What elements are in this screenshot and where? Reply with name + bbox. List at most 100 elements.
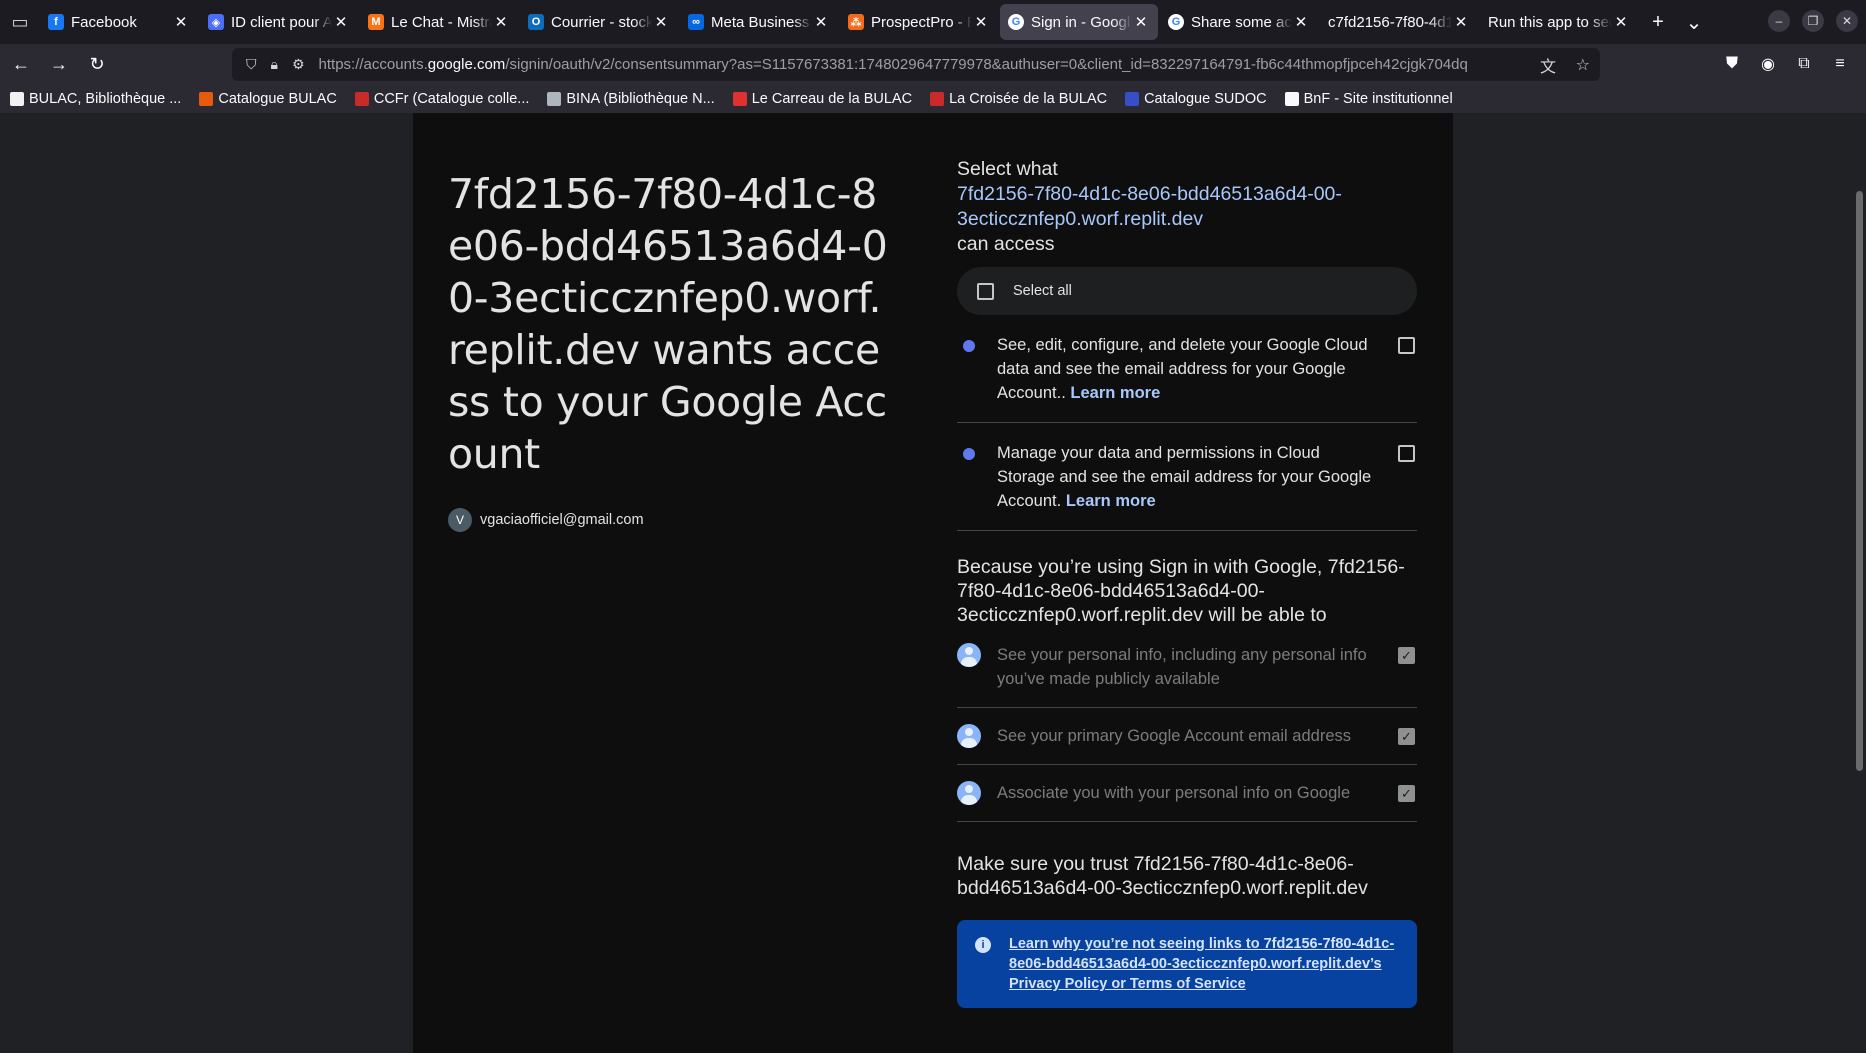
tab[interactable]: ◈ ID client pour A ✕ (200, 4, 358, 40)
tab[interactable]: O Courrier - stock ✕ (520, 4, 678, 40)
bookmark-favicon-icon (547, 92, 562, 106)
permissions-icon[interactable]: ⚙ (292, 56, 305, 73)
scrollbar-thumb[interactable] (1856, 191, 1863, 771)
new-tab-icon[interactable]: + (1640, 4, 1676, 40)
menu-icon[interactable]: ≡ (1824, 48, 1856, 80)
missing-links-learn-link[interactable]: Learn why you’re not seeing links to 7fd… (1009, 934, 1401, 994)
select-all-checkbox[interactable] (977, 282, 994, 300)
extensions-icon[interactable]: ⧉ (1788, 48, 1820, 80)
bookmark-favicon-icon (732, 92, 747, 106)
tab-title: Run this app to see (1488, 13, 1612, 31)
sign-in-with-google-heading: Because you’re using Sign in with Google… (957, 556, 1405, 626)
navigation-bar: ← → ↻ ⛉ 🔒︎ ⚙ https://accounts. google.com… (0, 44, 1866, 85)
shield-icon[interactable]: ⛉ (246, 56, 257, 73)
tab-favicon-icon: G (1008, 14, 1024, 30)
scope-checkbox[interactable] (1398, 337, 1415, 354)
tab-title: Le Chat - Mistra (391, 13, 492, 31)
url-path: /signin/oauth/v2/consentsummary?as=S1157… (505, 56, 1468, 73)
account-chip[interactable]: V vgaciaofficiel@gmail.com (448, 508, 888, 532)
pocket-icon[interactable]: ⛊ (1716, 48, 1748, 80)
checked-disabled-checkbox: ✓ (1398, 728, 1415, 745)
consent-details: Select what 7fd2156-7f80-4d1c-8e06-bdd46… (957, 157, 1417, 1008)
scope-row[interactable]: See, edit, configure, and delete your Go… (957, 315, 1417, 423)
bookmark-item[interactable]: Le Carreau de la BULAC (732, 91, 913, 107)
tab-favicon-icon: M (368, 14, 384, 30)
minimize-icon[interactable]: – (1768, 10, 1790, 32)
tab-overflow-chevron-icon[interactable]: ⌄ (1676, 4, 1712, 40)
select-all-row[interactable]: Select all (957, 267, 1417, 315)
tab[interactable]: f Facebook ✕ (40, 4, 198, 40)
scope-description: See, edit, configure, and delete your Go… (997, 333, 1379, 405)
tab-favicon-icon: ◈ (208, 14, 224, 30)
granted-permission-row: See your primary Google Account email ad… (957, 708, 1417, 765)
scope-row[interactable]: Manage your data and permissions in Clou… (957, 423, 1417, 531)
tab-close-icon[interactable]: ✕ (332, 13, 350, 31)
scope-text: See, edit, configure, and delete your Go… (997, 336, 1368, 402)
bookmark-item[interactable]: CCFr (Catalogue colle... (354, 91, 529, 107)
bookmark-favicon-icon (1125, 92, 1140, 106)
window-close-icon[interactable]: ✕ (1836, 10, 1858, 32)
scope-list: See, edit, configure, and delete your Go… (957, 315, 1417, 531)
tab-close-icon[interactable]: ✕ (812, 13, 830, 31)
tab-close-icon[interactable]: ✕ (1132, 13, 1150, 31)
tab[interactable]: ⁂ ProspectPro - R ✕ (840, 4, 998, 40)
trust-heading: Make sure you trust 7fd2156-7f80-4d1c-8e… (957, 853, 1368, 899)
scope-checkbox[interactable] (1398, 445, 1415, 462)
bookmark-favicon-icon (930, 92, 945, 106)
tab-title: Sign in - Google (1031, 13, 1132, 31)
scrollbar[interactable] (1852, 113, 1866, 1053)
tab-list-icon[interactable]: ▭ (0, 0, 40, 44)
bookmark-star-icon[interactable]: ☆ (1576, 55, 1590, 75)
tab-favicon-icon: ⁂ (848, 14, 864, 30)
tab[interactable]: G Share some acc ✕ (1160, 4, 1318, 40)
bookmark-item[interactable]: Catalogue BULAC (199, 91, 337, 107)
bookmark-label: BULAC, Bibliothèque ... (29, 91, 182, 107)
tab-close-icon[interactable]: ✕ (1452, 13, 1470, 31)
tab-close-icon[interactable]: ✕ (972, 13, 990, 31)
page-viewport: 7fd2156-7f80-4d1c-8e06-bdd46513a6d4-00-3… (0, 113, 1866, 1053)
tab[interactable]: ∞ Meta Business S✕ (680, 4, 838, 40)
granted-permission-text: Associate you with your personal info on… (997, 784, 1351, 802)
account-icon[interactable]: ◉ (1752, 48, 1784, 80)
tab-close-icon[interactable]: ✕ (1612, 13, 1630, 31)
bookmark-item[interactable]: Catalogue SUDOC (1125, 91, 1267, 107)
bookmark-item[interactable]: BULAC, Bibliothèque ... (10, 91, 181, 107)
bookmark-item[interactable]: La Croisée de la BULAC (930, 91, 1107, 107)
restore-icon[interactable]: ❐ (1802, 10, 1824, 32)
url-prefix: https://accounts. (318, 56, 428, 73)
translate-icon[interactable]: 文 (1540, 53, 1556, 77)
tab[interactable]: Run this app to see ✕ (1480, 4, 1638, 40)
tab[interactable]: G Sign in - Google ✕ (1000, 4, 1158, 40)
bookmark-label: Catalogue SUDOC (1144, 91, 1267, 107)
back-icon[interactable]: ← (4, 49, 38, 81)
tab-close-icon[interactable]: ✕ (1292, 13, 1310, 31)
lock-icon[interactable]: 🔒︎ (271, 56, 278, 73)
tab[interactable]: M Le Chat - Mistra ✕ (360, 4, 518, 40)
forward-icon[interactable]: → (42, 49, 76, 81)
tab-favicon-icon: O (528, 14, 544, 30)
scope-description: Manage your data and permissions in Clou… (997, 441, 1379, 513)
tab-close-icon[interactable]: ✕ (172, 13, 190, 31)
tab[interactable]: c7fd2156-7f80-4d1 ✕ (1320, 4, 1478, 40)
bookmark-favicon-icon (10, 92, 24, 106)
tab-close-icon[interactable]: ✕ (652, 13, 670, 31)
bookmark-label: BnF - Site institutionnel (1303, 91, 1453, 107)
scope-learn-more-link[interactable]: Learn more (1070, 384, 1160, 402)
scope-learn-more-link[interactable]: Learn more (1066, 492, 1156, 510)
bookmark-item[interactable]: BnF - Site institutionnel (1284, 91, 1453, 107)
tab-close-icon[interactable]: ✕ (492, 13, 510, 31)
select-all-label: Select all (1013, 283, 1072, 299)
app-name-link[interactable]: 7fd2156-7f80-4d1c-8e06-bdd46513a6d4-00-3… (957, 182, 1417, 232)
info-icon: i (975, 937, 991, 953)
granted-permission-row: See your personal info, including any pe… (957, 627, 1417, 708)
checked-disabled-checkbox: ✓ (1398, 647, 1415, 664)
tab-bar: ▭ f Facebook ✕ ◈ ID client pour A ✕ M Le Chat -… (0, 0, 1866, 44)
address-bar[interactable]: ⛉ 🔒︎ ⚙ https://accounts. google.com/signi… (232, 48, 1600, 81)
bookmark-label: Le Carreau de la BULAC (751, 91, 913, 107)
bookmark-item[interactable]: BINA (Bibliothèque N... (547, 91, 715, 107)
person-icon (957, 781, 981, 805)
tab-title: ProspectPro - R (871, 13, 972, 31)
bookmark-favicon-icon (1284, 92, 1299, 106)
tab-title: c7fd2156-7f80-4d1 (1328, 13, 1452, 31)
reload-icon[interactable]: ↻ (80, 49, 114, 81)
